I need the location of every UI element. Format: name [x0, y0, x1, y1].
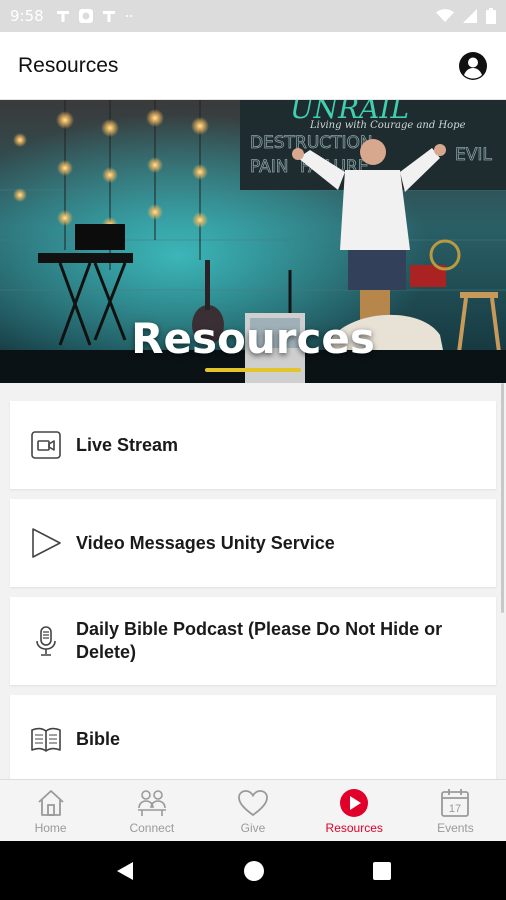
play-icon	[30, 527, 62, 559]
hero-title: Resources	[131, 314, 375, 363]
page-title: Resources	[18, 53, 119, 77]
recents-icon[interactable]	[372, 861, 392, 881]
list-item-bible[interactable]: Bible	[10, 695, 496, 779]
list-item-label: Daily Bible Podcast (Please Do Not Hide …	[76, 619, 443, 662]
screen-graphic-subtitle: Living with Courage and Hope	[309, 120, 466, 131]
microphone-icon	[30, 625, 62, 657]
video-camera-icon	[30, 429, 62, 461]
screen-word-4: EVIL	[455, 145, 492, 165]
screen-word-2: PAIN	[250, 157, 289, 177]
signal-icon	[463, 9, 477, 23]
home-icon	[35, 787, 67, 819]
notification-dots-icon	[125, 15, 132, 17]
nav-item-events[interactable]: 17 Events	[405, 780, 506, 841]
hero-title-underline	[205, 368, 301, 372]
nav-item-connect[interactable]: Connect	[101, 780, 202, 841]
notification-t-icon	[56, 11, 69, 22]
wifi-icon	[436, 9, 454, 22]
battery-icon	[486, 8, 496, 24]
back-icon[interactable]	[114, 860, 136, 882]
hero-banner: UNRAIL Living with Courage and Hope DEST…	[0, 100, 506, 383]
bottom-navigation: Home Connect Give Resources 17 Events	[0, 779, 506, 841]
system-status-icons	[436, 8, 496, 24]
list-item-daily-bible-podcast[interactable]: Daily Bible Podcast (Please Do Not Hide …	[10, 597, 496, 685]
notification-square-icon	[78, 9, 93, 23]
app-bar: Resources	[0, 32, 506, 100]
scrollbar[interactable]	[501, 383, 504, 613]
list-item-label: Live Stream	[76, 434, 179, 455]
notification-icons	[56, 8, 136, 24]
list-item-live-stream[interactable]: Live Stream	[10, 401, 496, 489]
list-item-video-messages[interactable]: Video Messages Unity Service	[10, 499, 496, 587]
status-time: 9:58	[10, 7, 44, 25]
nav-label: Resources	[325, 820, 383, 835]
nav-label: Connect	[129, 820, 175, 835]
home-button-icon[interactable]	[243, 860, 265, 882]
status-bar: 9:58	[0, 0, 506, 32]
screen-word-1: DESTRUCTION	[250, 133, 373, 153]
nav-label: Give	[240, 820, 266, 835]
book-icon	[30, 723, 62, 755]
system-navigation-bar	[0, 841, 506, 900]
nav-item-resources[interactable]: Resources	[304, 780, 405, 841]
list-item-label: Video Messages Unity Service	[76, 532, 335, 553]
list-item-label: Bible	[76, 728, 121, 749]
heart-icon	[237, 787, 269, 819]
profile-button[interactable]	[458, 51, 488, 81]
profile-icon	[459, 51, 487, 80]
notification-t2-icon	[102, 11, 115, 22]
play-circle-icon	[338, 787, 370, 819]
calendar-day: 17	[449, 803, 461, 815]
nav-label: Home	[34, 820, 67, 835]
calendar-icon: 17	[439, 787, 471, 819]
people-icon	[136, 787, 168, 819]
nav-item-give[interactable]: Give	[202, 780, 303, 841]
resource-list: Live Stream Video Messages Unity Service…	[0, 383, 506, 779]
nav-item-home[interactable]: Home	[0, 780, 101, 841]
nav-label: Events	[437, 820, 474, 835]
